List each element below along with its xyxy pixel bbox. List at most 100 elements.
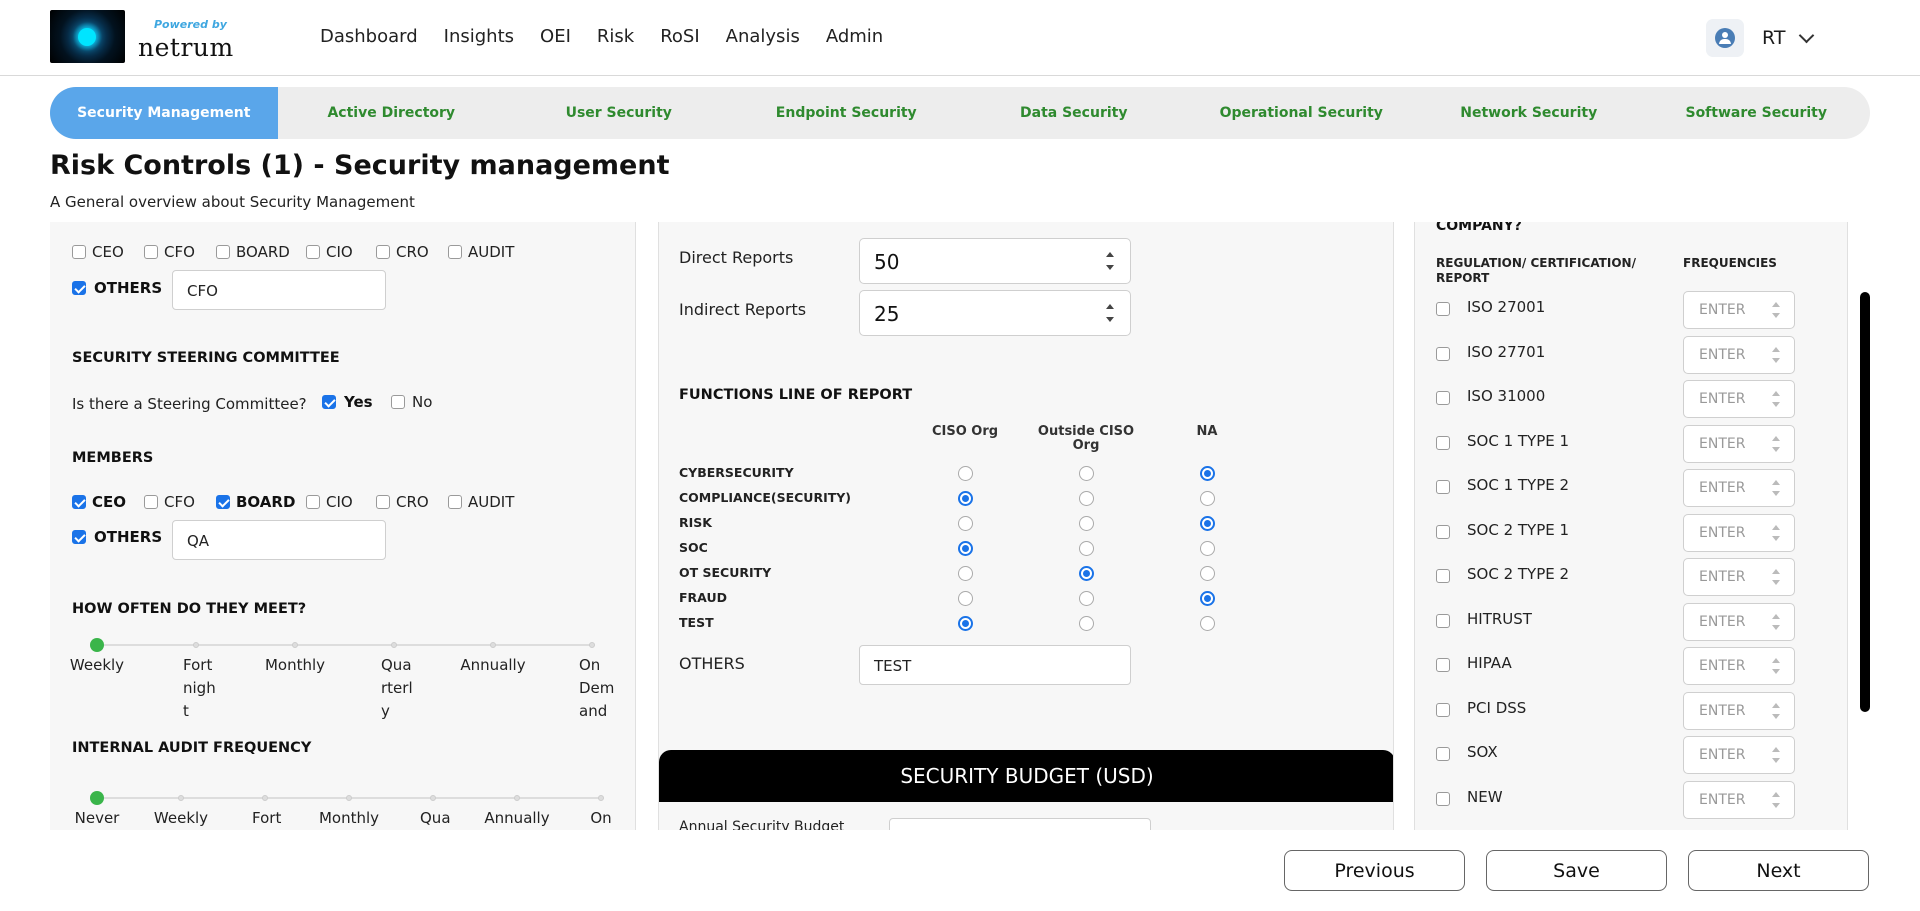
functions-others-input[interactable]: TEST bbox=[859, 645, 1131, 685]
save-button[interactable]: Save bbox=[1486, 850, 1667, 891]
tab-active-directory[interactable]: Active Directory bbox=[278, 87, 506, 139]
function-radio[interactable] bbox=[1079, 541, 1094, 556]
function-radio[interactable] bbox=[1200, 491, 1215, 506]
left-reports_to-board-checkbox[interactable] bbox=[216, 245, 230, 259]
steering-yes-checkbox[interactable] bbox=[322, 395, 336, 409]
left-audit-stop-dot[interactable] bbox=[430, 795, 436, 801]
left-meet-track[interactable] bbox=[97, 644, 592, 646]
function-radio[interactable] bbox=[1079, 566, 1094, 581]
spinner-icon[interactable] bbox=[1106, 249, 1116, 273]
function-radio[interactable] bbox=[1079, 466, 1094, 481]
spinner-icon[interactable] bbox=[1106, 301, 1116, 325]
tab-software-security[interactable]: Software Security bbox=[1643, 87, 1871, 139]
frequency-input[interactable]: ENTER bbox=[1683, 469, 1795, 507]
left-reports_to-cio-checkbox[interactable] bbox=[306, 245, 320, 259]
regulation-checkbox[interactable] bbox=[1436, 702, 1450, 717]
nav-rosi[interactable]: RoSI bbox=[660, 26, 699, 47]
left-audit-stop-label[interactable]: Fortnight bbox=[252, 807, 288, 830]
nav-analysis[interactable]: Analysis bbox=[726, 26, 800, 47]
function-radio[interactable] bbox=[1079, 491, 1094, 506]
spinner-icon[interactable] bbox=[1772, 701, 1782, 721]
regulation-checkbox[interactable] bbox=[1436, 435, 1450, 450]
tab-user-security[interactable]: User Security bbox=[505, 87, 733, 139]
left-members-cro-checkbox[interactable] bbox=[376, 495, 390, 509]
left-meet-stop-label[interactable]: On Demand bbox=[579, 654, 615, 723]
members-others-input[interactable]: QA bbox=[172, 520, 386, 560]
reports-others-input[interactable]: CFO bbox=[172, 270, 386, 310]
frequency-input[interactable]: ENTER bbox=[1683, 647, 1795, 685]
left-audit-stop-dot[interactable] bbox=[346, 795, 352, 801]
frequency-input[interactable]: ENTER bbox=[1683, 602, 1795, 641]
left-meet-stop-label[interactable]: Annually bbox=[458, 654, 528, 677]
left-audit-stop-label[interactable]: On bbox=[566, 807, 635, 830]
spinner-icon[interactable] bbox=[1772, 745, 1782, 765]
left-audit-stop-dot[interactable] bbox=[262, 795, 268, 801]
spinner-icon[interactable] bbox=[1772, 389, 1782, 409]
function-radio[interactable] bbox=[1200, 541, 1215, 556]
function-radio[interactable] bbox=[1079, 591, 1094, 606]
left-meet-stop-dot[interactable] bbox=[589, 642, 595, 648]
regulation-checkbox[interactable] bbox=[1436, 524, 1450, 539]
left-meet-stop-dot[interactable] bbox=[193, 642, 199, 648]
chevron-down-icon[interactable] bbox=[1799, 27, 1815, 43]
previous-button[interactable]: Previous bbox=[1284, 850, 1465, 891]
left-audit-stop-dot[interactable] bbox=[178, 795, 184, 801]
spinner-icon[interactable] bbox=[1772, 478, 1782, 498]
left-members-cfo-checkbox[interactable] bbox=[144, 495, 158, 509]
reports-others-checkbox[interactable] bbox=[72, 281, 86, 295]
left-meet-stop-label[interactable]: Monthly bbox=[260, 654, 330, 677]
regulation-checkbox[interactable] bbox=[1436, 391, 1450, 405]
indirect-reports-input[interactable]: 25 bbox=[859, 290, 1131, 336]
left-members-cio-checkbox[interactable] bbox=[306, 495, 320, 509]
function-radio[interactable] bbox=[1200, 466, 1215, 481]
left-audit-stop-label[interactable]: Weekly bbox=[146, 807, 216, 830]
nav-admin[interactable]: Admin bbox=[826, 26, 883, 47]
function-radio[interactable] bbox=[958, 616, 973, 631]
spinner-icon[interactable] bbox=[1772, 656, 1782, 676]
regulation-checkbox[interactable] bbox=[1436, 569, 1450, 583]
frequency-input[interactable]: ENTER bbox=[1683, 736, 1795, 774]
left-audit-stop-label[interactable]: Annually bbox=[482, 807, 552, 830]
members-others-checkbox[interactable] bbox=[72, 530, 86, 544]
function-radio[interactable] bbox=[1200, 566, 1215, 581]
left-members-board-checkbox[interactable] bbox=[216, 495, 230, 509]
function-radio[interactable] bbox=[1200, 616, 1215, 631]
regulation-checkbox[interactable] bbox=[1436, 658, 1450, 672]
left-reports_to-audit-checkbox[interactable] bbox=[448, 245, 462, 259]
regulation-checkbox[interactable] bbox=[1436, 747, 1450, 761]
nav-dashboard[interactable]: Dashboard bbox=[320, 26, 418, 47]
function-radio[interactable] bbox=[1079, 516, 1094, 531]
nav-oei[interactable]: OEI bbox=[540, 26, 571, 47]
frequency-input[interactable]: ENTER bbox=[1683, 335, 1795, 374]
frequency-input[interactable]: ENTER bbox=[1683, 380, 1795, 418]
spinner-icon[interactable] bbox=[1772, 523, 1782, 543]
frequency-input[interactable]: ENTER bbox=[1683, 558, 1795, 596]
regulation-checkbox[interactable] bbox=[1436, 613, 1450, 628]
frequency-input[interactable]: ENTER bbox=[1683, 691, 1795, 730]
spinner-icon[interactable] bbox=[1772, 345, 1782, 365]
annual-budget-input[interactable] bbox=[889, 818, 1151, 830]
left-audit-stop-label[interactable]: Quarterly bbox=[420, 807, 456, 830]
left-meet-stop-dot[interactable] bbox=[391, 642, 397, 648]
left-meet-stop-label[interactable]: Quarterly bbox=[381, 654, 417, 723]
nav-insights[interactable]: Insights bbox=[444, 26, 514, 47]
regulation-checkbox[interactable] bbox=[1436, 480, 1450, 494]
scrollbar[interactable] bbox=[1860, 292, 1870, 712]
avatar[interactable] bbox=[1706, 19, 1744, 57]
frequency-input[interactable]: ENTER bbox=[1683, 780, 1795, 819]
spinner-icon[interactable] bbox=[1772, 612, 1782, 632]
left-meet-knob[interactable] bbox=[90, 638, 104, 652]
tab-network-security[interactable]: Network Security bbox=[1415, 87, 1643, 139]
spinner-icon[interactable] bbox=[1772, 300, 1782, 320]
frequency-input[interactable]: ENTER bbox=[1683, 424, 1795, 463]
spinner-icon[interactable] bbox=[1772, 790, 1782, 810]
left-reports_to-cro-checkbox[interactable] bbox=[376, 245, 390, 259]
function-radio[interactable] bbox=[1200, 591, 1215, 606]
left-meet-stop-dot[interactable] bbox=[490, 642, 496, 648]
left-audit-stop-label[interactable]: Never bbox=[62, 807, 132, 830]
left-meet-stop-label[interactable]: Fortnight bbox=[183, 654, 219, 723]
left-audit-knob[interactable] bbox=[90, 791, 104, 805]
tab-data-security[interactable]: Data Security bbox=[960, 87, 1188, 139]
steering-no-checkbox[interactable] bbox=[391, 395, 405, 409]
regulation-checkbox[interactable] bbox=[1436, 346, 1450, 361]
